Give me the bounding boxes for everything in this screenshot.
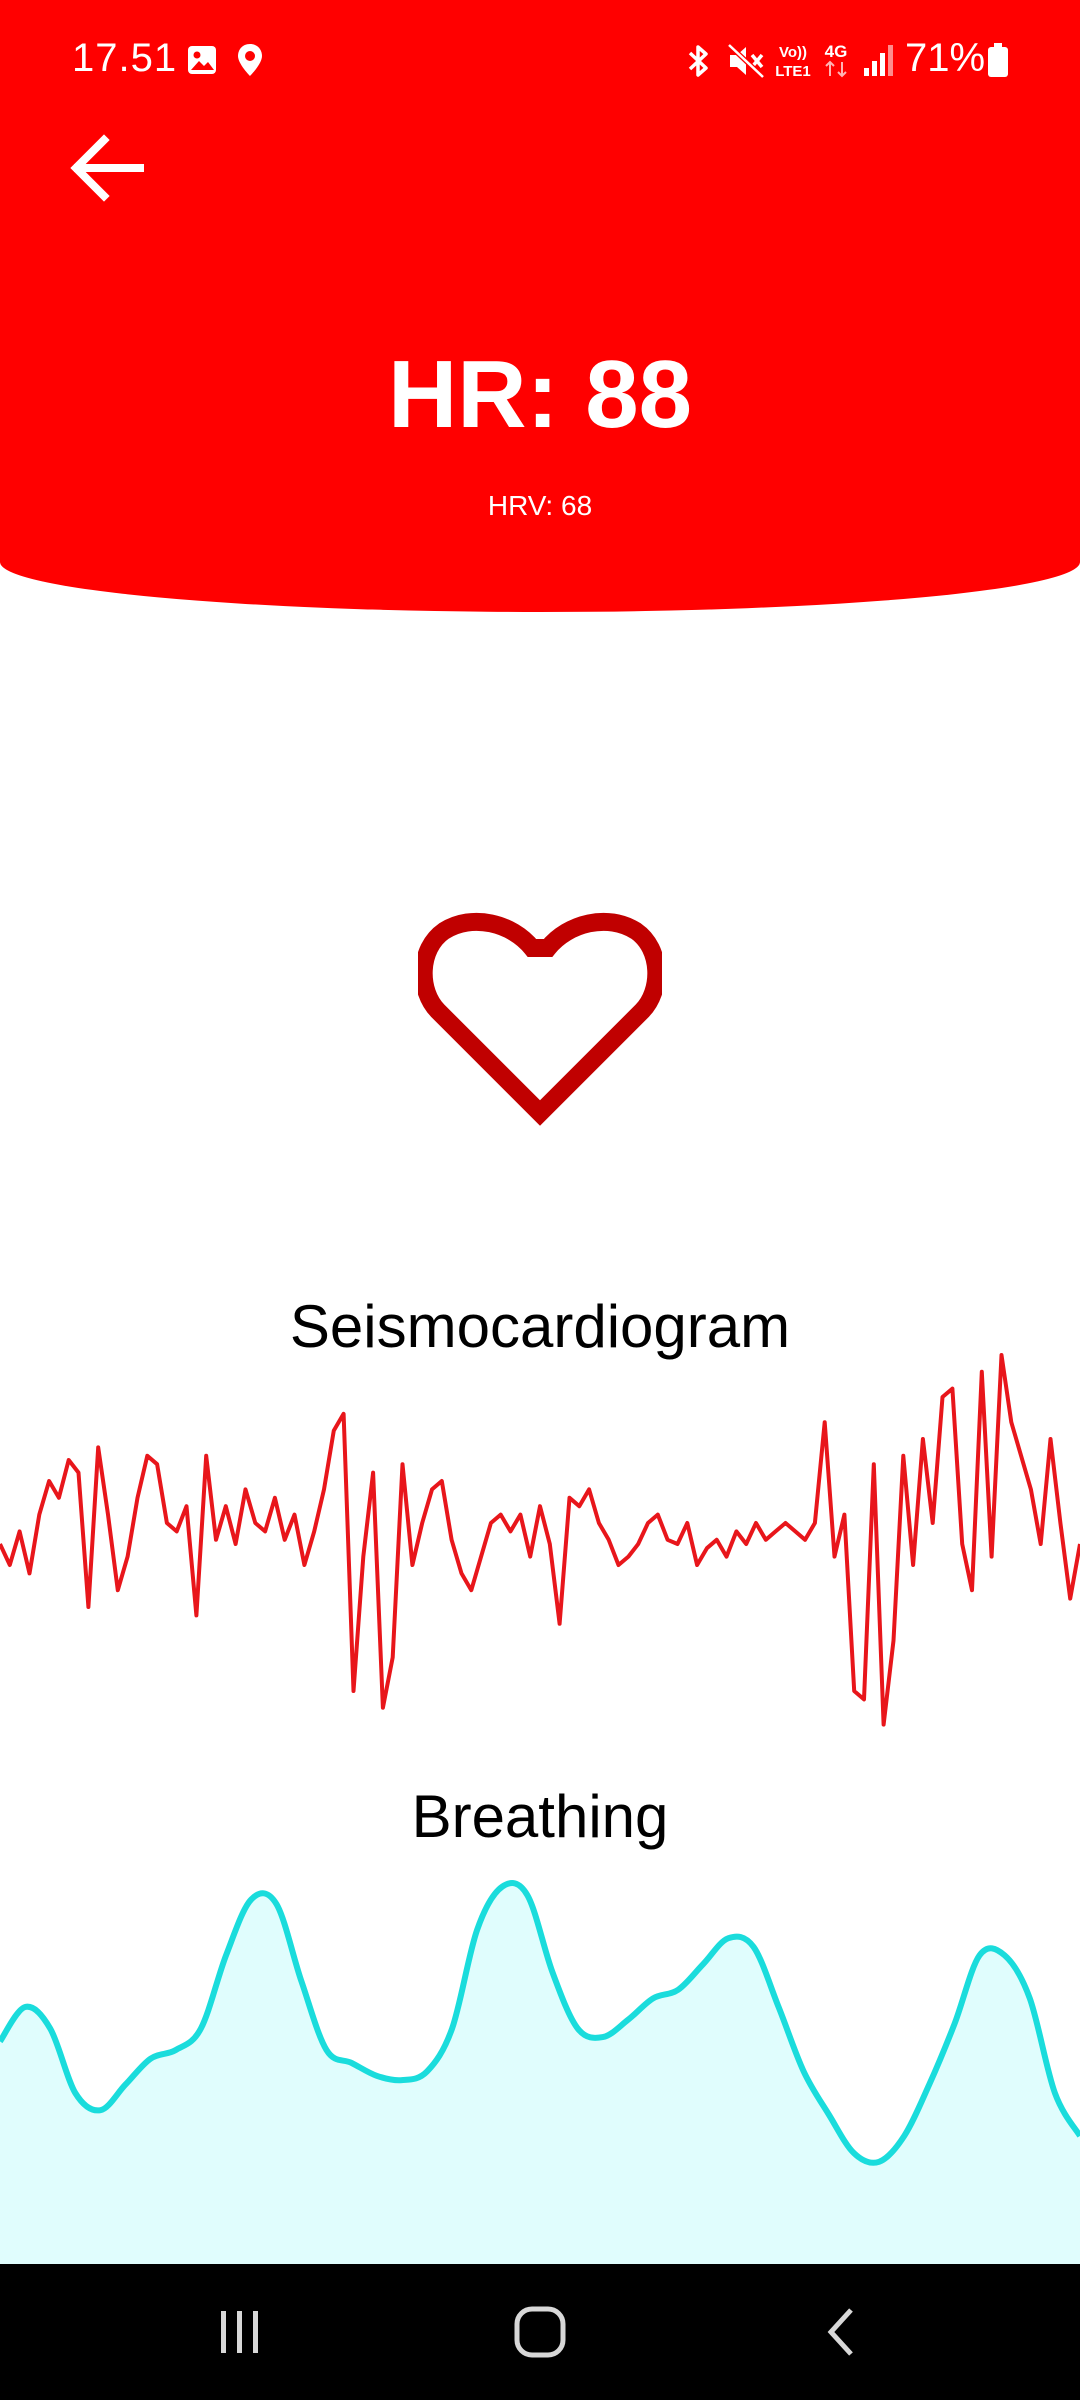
seismocardiogram-chart	[0, 1353, 1080, 1727]
battery-icon	[988, 43, 1008, 77]
bluetooth-icon	[688, 45, 708, 77]
back-icon	[827, 2308, 853, 2356]
4g-icon: 4G	[825, 42, 848, 78]
seismocardiogram-line	[0, 1353, 1080, 1727]
svg-text:4G: 4G	[825, 42, 848, 61]
arrow-left-icon	[70, 134, 144, 202]
volte-icon: Vo)) LTE1	[775, 44, 811, 80]
recent-apps-button[interactable]	[140, 2264, 340, 2400]
status-bar: 17.51 Vo)) LTE1 4G 71%	[0, 0, 1080, 120]
heart-icon	[418, 912, 662, 1126]
signal-icon	[864, 45, 893, 76]
home-button[interactable]	[440, 2264, 640, 2400]
back-button[interactable]	[44, 112, 172, 224]
gallery-icon	[188, 46, 216, 74]
hrv-value: HRV: 68	[487, 490, 593, 521]
mute-icon	[727, 43, 765, 79]
back-nav-button[interactable]	[742, 2264, 942, 2400]
battery-percent: 71%	[905, 36, 986, 80]
breathing-chart	[0, 1880, 1080, 2265]
recent-apps-icon	[221, 2311, 258, 2353]
navigation-bar	[0, 2264, 1080, 2400]
location-icon	[238, 44, 262, 76]
svg-text:LTE1: LTE1	[775, 63, 811, 80]
status-time: 17.51	[72, 36, 178, 80]
heart-rate-value: HR: 88	[387, 341, 693, 448]
home-icon	[514, 2306, 566, 2358]
svg-text:Vo)): Vo))	[779, 44, 807, 61]
